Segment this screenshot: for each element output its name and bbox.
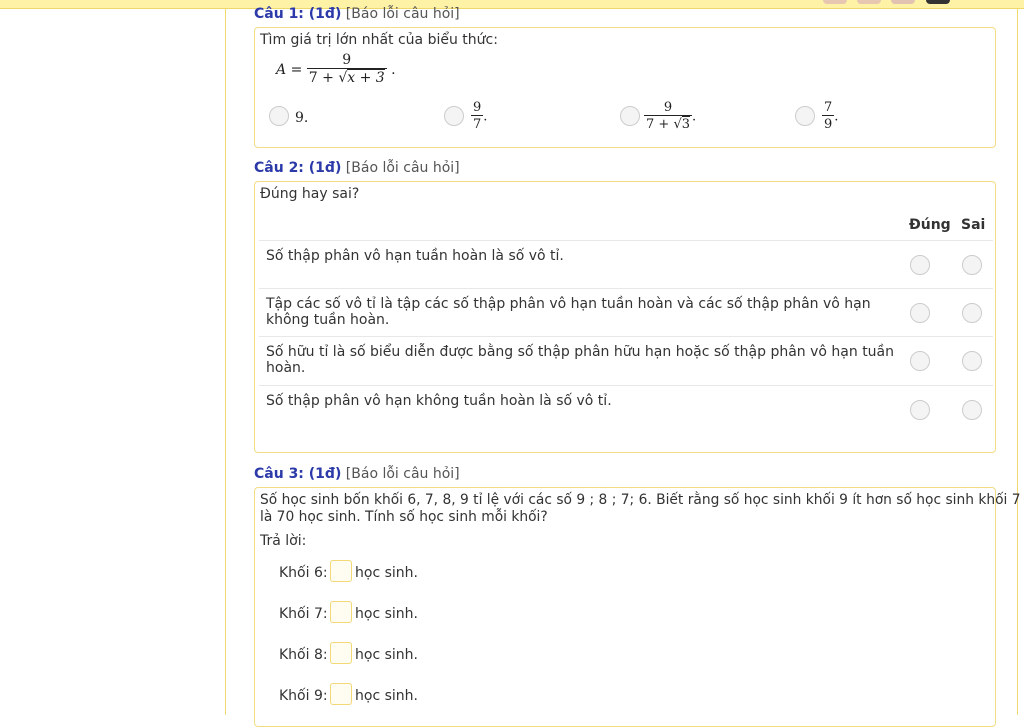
- statement-4-false-radio[interactable]: [962, 400, 982, 420]
- option-d-num: 7: [824, 100, 833, 115]
- question-2-box: Đúng hay sai? Đúng Sai Số thập phân vô h…: [254, 181, 996, 453]
- option-c-tail: .: [692, 109, 697, 125]
- option-a-radio[interactable]: [269, 106, 289, 126]
- expr-lhs: A: [276, 62, 287, 79]
- option-b-den: 7: [471, 115, 484, 133]
- toolbar-icon[interactable]: [823, 0, 847, 4]
- expr-denominator: 7 + √x + 3: [306, 68, 387, 87]
- option-d-label: 79.: [822, 100, 839, 133]
- expr-den-pre: 7 +: [308, 70, 339, 87]
- statement-1-false-radio[interactable]: [962, 255, 982, 275]
- question-number: Câu 3: (1đ): [254, 466, 342, 482]
- column-false-header: Sai: [961, 217, 986, 233]
- option-b-radio[interactable]: [444, 106, 464, 126]
- statement-3-true-radio[interactable]: [910, 351, 930, 371]
- statement-3-false-radio[interactable]: [962, 351, 982, 371]
- question-prompt-line-2: là 70 học sinh. Tính số học sinh mỗi khố…: [260, 509, 548, 525]
- row-divider: [259, 385, 993, 386]
- row-divider: [259, 336, 993, 337]
- grade-7-label: Khối 7:: [279, 606, 328, 622]
- option-c-num: 9: [663, 100, 673, 115]
- option-d-den: 9: [822, 115, 835, 133]
- question-number: Câu 2: (1đ): [254, 160, 342, 176]
- grade-9-label: Khối 9:: [279, 688, 328, 704]
- report-error-link[interactable]: [Báo lỗi câu hỏi]: [346, 6, 460, 22]
- row-divider: [259, 288, 993, 289]
- question-1-header: Câu 1: (1đ) [Báo lỗi câu hỏi]: [254, 6, 460, 22]
- statement-1-true-radio[interactable]: [910, 255, 930, 275]
- expr-eq: =: [290, 62, 303, 79]
- answer-label: Trả lời:: [260, 533, 307, 549]
- question-prompt: Đúng hay sai?: [260, 186, 360, 202]
- question-number: Câu 1: (1đ): [254, 6, 342, 22]
- expr-tail: .: [391, 62, 396, 79]
- grade-9-input[interactable]: [330, 683, 352, 705]
- toolbar-icon[interactable]: [891, 0, 915, 4]
- option-c-den: 7 + √3: [644, 115, 693, 133]
- expr-numerator: 9: [342, 52, 352, 68]
- grade-8-label: Khối 8:: [279, 647, 328, 663]
- question-prompt-line-1: Số học sinh bốn khối 6, 7, 8, 9 tỉ lệ vớ…: [260, 492, 1021, 508]
- sqrt-symbol: √: [338, 70, 348, 87]
- toolbar-icon[interactable]: [857, 0, 881, 4]
- toolbar-dark-icon[interactable]: [926, 0, 950, 4]
- statement-1: Số thập phân vô hạn tuần hoàn là số vô t…: [266, 248, 564, 264]
- option-a-label: 9.: [295, 110, 309, 126]
- expr-fraction: 9 7 + √x + 3: [306, 52, 387, 87]
- row-divider: [259, 240, 993, 241]
- report-error-link[interactable]: [Báo lỗi câu hỏi]: [346, 466, 460, 482]
- option-d-radio[interactable]: [795, 106, 815, 126]
- unit-label: học sinh.: [355, 688, 418, 704]
- statement-4-true-radio[interactable]: [910, 400, 930, 420]
- option-c-label: 97 + √3.: [644, 100, 697, 133]
- option-c-radicand: 3: [681, 116, 691, 133]
- column-true-header: Đúng: [909, 217, 951, 233]
- question-3-box: Số học sinh bốn khối 6, 7, 8, 9 tỉ lệ vớ…: [254, 487, 1021, 727]
- option-d-tail: .: [834, 109, 839, 125]
- content-right-border: [1017, 9, 1018, 715]
- statement-2-true-radio[interactable]: [910, 303, 930, 323]
- option-b-num: 9: [473, 100, 482, 115]
- expr-radicand: x + 3: [347, 69, 385, 87]
- statement-3: Số hữu tỉ là số biểu diễn được bằng số t…: [266, 344, 895, 376]
- unit-label: học sinh.: [355, 606, 418, 622]
- option-c-den-pre: 7 +: [646, 117, 674, 133]
- option-b-tail: .: [483, 109, 488, 125]
- grade-6-label: Khối 6:: [279, 565, 328, 581]
- report-error-link[interactable]: [Báo lỗi câu hỏi]: [346, 160, 460, 176]
- content-left-border: [225, 9, 226, 715]
- statement-2-false-radio[interactable]: [962, 303, 982, 323]
- unit-label: học sinh.: [355, 647, 418, 663]
- statement-4: Số thập phân vô hạn không tuần hoàn là s…: [266, 393, 612, 409]
- grade-7-input[interactable]: [330, 601, 352, 623]
- statement-2: Tập các số vô tỉ là tập các số thập phân…: [266, 296, 871, 328]
- question-2-header: Câu 2: (1đ) [Báo lỗi câu hỏi]: [254, 160, 460, 176]
- unit-label: học sinh.: [355, 565, 418, 581]
- option-b-label: 97.: [471, 100, 488, 133]
- question-3-header: Câu 3: (1đ) [Báo lỗi câu hỏi]: [254, 466, 460, 482]
- question-1-box: Tìm giá trị lớn nhất của biểu thức: A = …: [254, 27, 996, 148]
- question-prompt: Tìm giá trị lớn nhất của biểu thức:: [260, 32, 498, 48]
- expression: A = 9 7 + √x + 3 .: [276, 52, 396, 87]
- sqrt-symbol: √: [673, 117, 682, 133]
- option-c-radio[interactable]: [620, 106, 640, 126]
- grade-8-input[interactable]: [330, 642, 352, 664]
- grade-6-input[interactable]: [330, 560, 352, 582]
